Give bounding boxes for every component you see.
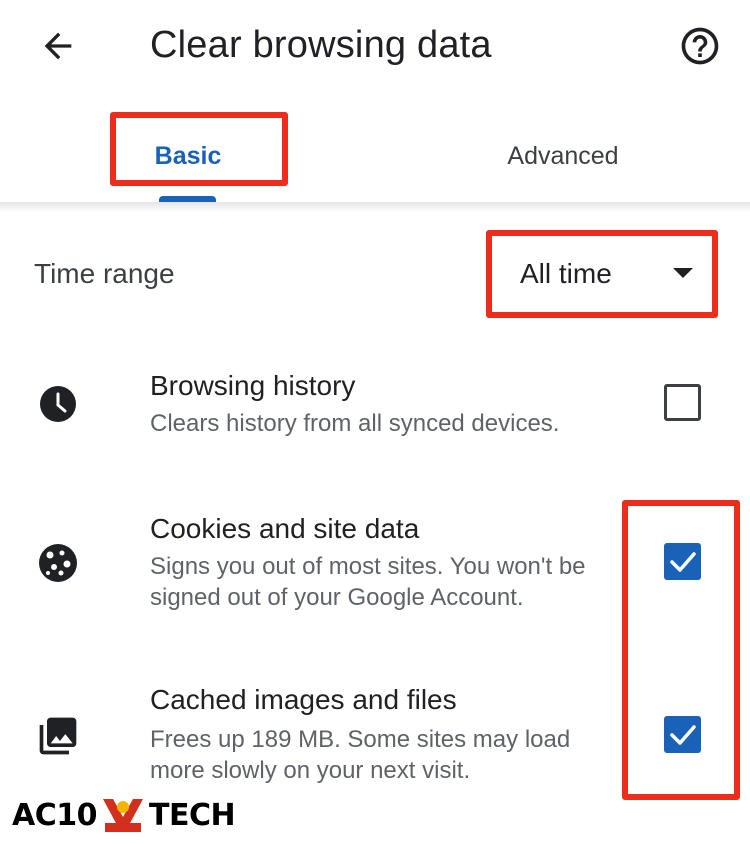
arrow-left-icon (44, 32, 72, 60)
tab-advanced[interactable]: Advanced (470, 110, 656, 202)
checkmark-icon (669, 724, 696, 745)
option-description: Clears history from all synced devices. (150, 410, 560, 437)
logo-text-left: AC10 (12, 797, 97, 833)
time-range-value: All time (520, 258, 612, 289)
app-bar: Clear browsing data (0, 0, 750, 92)
browsing-history-checkbox[interactable] (664, 384, 701, 421)
checkmark-icon (669, 551, 696, 572)
time-range-dropdown[interactable]: All time (500, 240, 710, 308)
page-title: Clear browsing data (150, 24, 492, 66)
watermark-logo: AC10 TECH (12, 797, 236, 833)
option-cookies: Cookies and site data Signs you out of m… (0, 505, 750, 625)
option-title: Browsing history (150, 370, 356, 401)
help-circle-icon (681, 27, 719, 65)
tab-basic[interactable]: Basic (110, 110, 266, 202)
logo-text-right: TECH (148, 797, 236, 833)
option-title: Cached images and files (150, 684, 457, 715)
dropdown-caret-icon (673, 268, 693, 278)
cached-images-checkbox[interactable] (664, 716, 701, 753)
image-stack-icon (36, 714, 80, 758)
clock-icon (36, 382, 80, 426)
help-button[interactable] (676, 22, 724, 70)
option-cached-images: Cached images and files Frees up 189 MB.… (0, 680, 750, 790)
back-button[interactable] (34, 22, 82, 70)
option-description: Frees up 189 MB. Some sites may load mor… (150, 726, 571, 784)
cookies-checkbox[interactable] (664, 543, 701, 580)
option-title: Cookies and site data (150, 513, 420, 544)
tab-bar-divider (0, 202, 750, 212)
option-browsing-history: Browsing history Clears history from all… (0, 360, 750, 460)
cookie-icon (36, 541, 80, 585)
option-description: Signs you out of most sites. You won't b… (150, 553, 586, 611)
time-range-label: Time range (34, 258, 175, 289)
logo-badge-icon (102, 799, 143, 832)
tab-bar: Basic Advanced (0, 110, 750, 202)
